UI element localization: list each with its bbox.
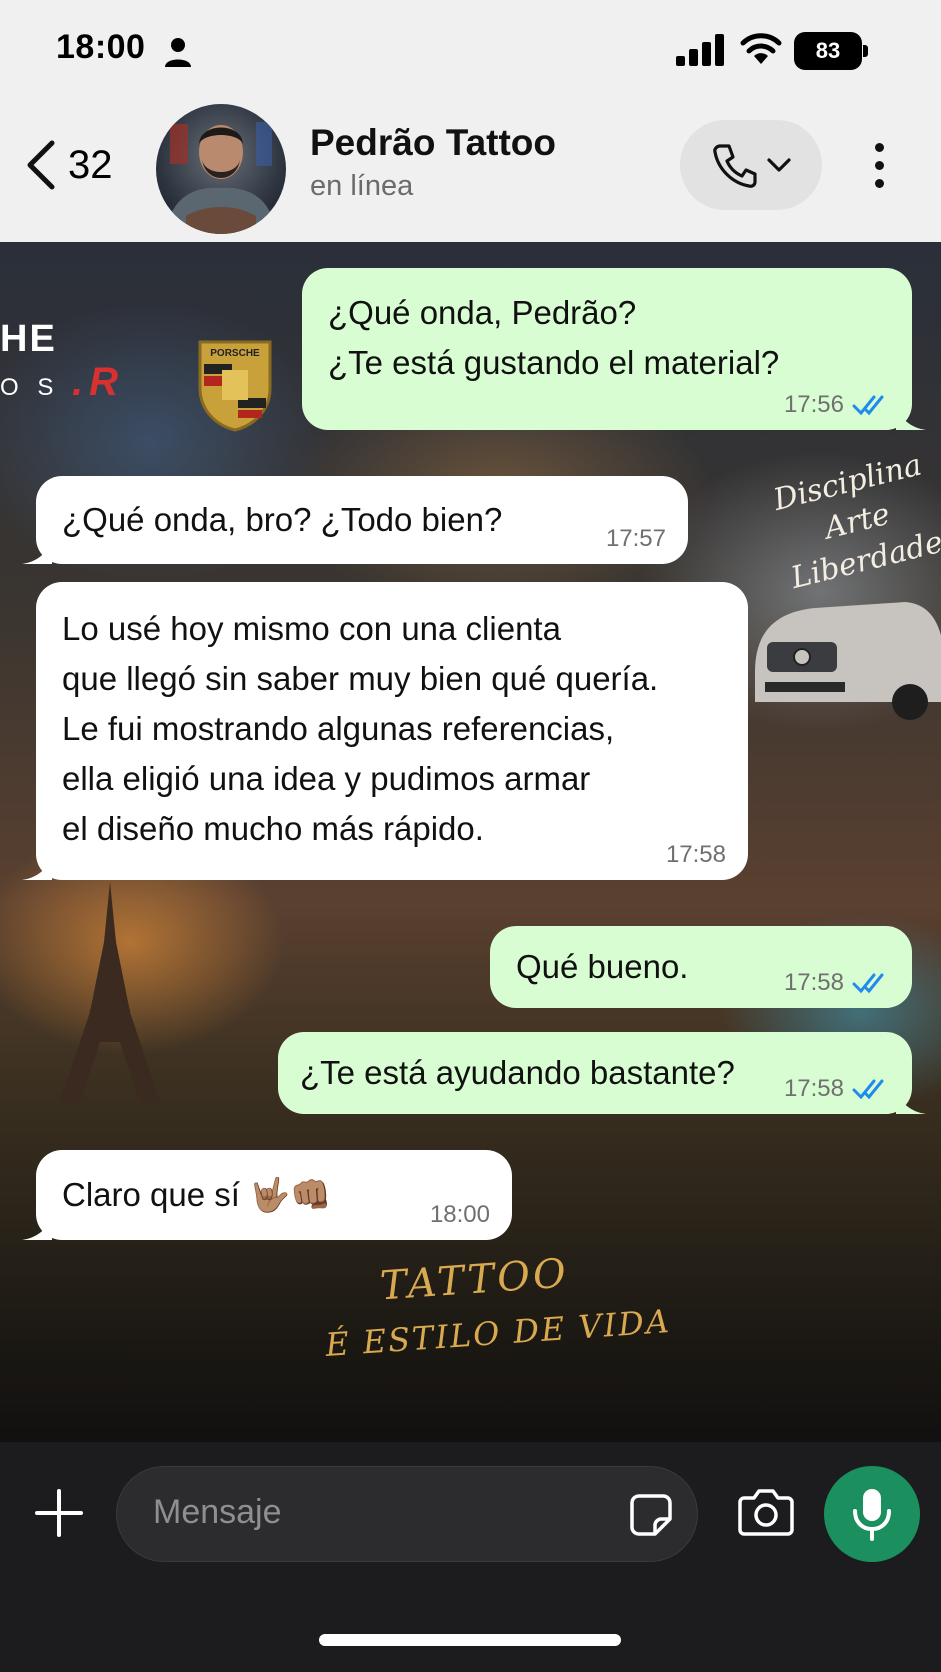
more-dot-icon bbox=[874, 178, 884, 188]
sticker-icon[interactable] bbox=[629, 1493, 673, 1537]
message-incoming[interactable]: ¿Qué onda, bro? ¿Todo bien? 17:57 bbox=[22, 476, 688, 564]
svg-text:PORSCHE: PORSCHE bbox=[210, 348, 260, 359]
chat-header: 32 Pedrão Tattoo en línea bbox=[0, 100, 941, 242]
home-indicator bbox=[319, 1634, 621, 1646]
message-outgoing[interactable]: ¿Qué onda, Pedrão? ¿Te está gustando el … bbox=[302, 268, 926, 430]
message-time: 18:00 bbox=[429, 1201, 490, 1228]
unread-count: 32 bbox=[68, 142, 113, 187]
read-ticks-icon bbox=[852, 395, 884, 416]
avatar-image bbox=[166, 122, 276, 234]
chevron-down-icon bbox=[767, 158, 791, 172]
bubble-tail bbox=[22, 1214, 52, 1240]
wallpaper-tattoo-text: TATTOO bbox=[378, 1250, 571, 1310]
bubble-tail bbox=[22, 854, 52, 880]
contact-status: en línea bbox=[310, 170, 414, 202]
wallpaper-brand-sub: O S .R bbox=[0, 360, 125, 404]
microphone-button[interactable] bbox=[824, 1466, 920, 1562]
avatar[interactable] bbox=[156, 104, 286, 234]
status-time: 18:00 bbox=[56, 28, 146, 66]
message-meta: 17:57 bbox=[606, 524, 666, 554]
wifi-icon bbox=[740, 33, 782, 64]
battery-level: 83 bbox=[794, 32, 862, 70]
wallpaper-car-image bbox=[755, 602, 941, 720]
call-button[interactable] bbox=[680, 120, 822, 210]
message-input-placeholder: Mensaje bbox=[153, 1493, 282, 1531]
cellular-signal-icon bbox=[676, 34, 724, 66]
message-text: Lo usé hoy mismo con una clienta que lle… bbox=[62, 610, 659, 847]
battery-indicator: 83 bbox=[794, 32, 868, 70]
message-time: 17:56 bbox=[783, 391, 844, 418]
message-text: Claro que sí 🤟🏽👊🏽 bbox=[62, 1176, 332, 1213]
more-options-button[interactable] bbox=[864, 130, 894, 200]
message-meta: 17:58 bbox=[666, 840, 726, 870]
bubble-tail bbox=[896, 1088, 926, 1114]
message-input[interactable]: Mensaje bbox=[116, 1466, 698, 1562]
message-time: 17:58 bbox=[665, 841, 726, 868]
chat-area[interactable]: HE O S .R PORSCHE Disciplina Arte Liberd… bbox=[0, 242, 941, 1442]
phone-icon bbox=[713, 144, 757, 188]
wallpaper-eiffel-image bbox=[60, 882, 160, 1102]
wallpaper-brand: HE bbox=[0, 318, 57, 360]
message-time: 17:58 bbox=[783, 1075, 844, 1102]
wallpaper-estilo-text: É ESTILO DE VIDA bbox=[324, 1301, 673, 1365]
read-ticks-icon bbox=[852, 973, 884, 994]
bubble-tail bbox=[22, 538, 52, 564]
message-meta: 18:00 bbox=[430, 1200, 490, 1230]
message-time: 17:58 bbox=[783, 969, 844, 996]
message-meta: 17:58 bbox=[784, 968, 890, 998]
message-text: ¿Qué onda, bro? ¿Todo bien? bbox=[62, 501, 503, 538]
message-meta: 17:58 bbox=[784, 1074, 890, 1104]
message-outgoing[interactable]: ¿Te está ayudando bastante? 17:58 bbox=[278, 1032, 926, 1114]
message-time: 17:57 bbox=[605, 525, 666, 552]
porsche-crest-icon: PORSCHE bbox=[198, 340, 272, 432]
chevron-left-icon bbox=[27, 140, 55, 190]
contact-name[interactable]: Pedrão Tattoo bbox=[310, 122, 556, 164]
message-text: ¿Qué onda, Pedrão? ¿Te está gustando el … bbox=[328, 294, 780, 381]
bubble-tail bbox=[896, 404, 926, 430]
message-incoming[interactable]: Claro que sí 🤟🏽👊🏽 18:00 bbox=[22, 1150, 512, 1240]
message-incoming[interactable]: Lo usé hoy mismo con una clienta que lle… bbox=[22, 582, 748, 880]
plus-icon[interactable] bbox=[34, 1488, 84, 1538]
more-dot-icon bbox=[874, 142, 884, 152]
status-bar: 18:00 83 bbox=[0, 0, 941, 100]
message-outgoing[interactable]: Qué bueno. 17:58 bbox=[490, 926, 912, 1008]
message-meta: 17:56 bbox=[784, 390, 890, 420]
read-ticks-icon bbox=[852, 1079, 884, 1100]
microphone-icon bbox=[853, 1489, 891, 1541]
back-button[interactable]: 32 bbox=[24, 130, 113, 200]
person-icon bbox=[165, 38, 191, 67]
camera-icon[interactable] bbox=[738, 1486, 794, 1536]
input-bar: Mensaje bbox=[0, 1442, 941, 1672]
more-dot-icon bbox=[874, 160, 884, 170]
